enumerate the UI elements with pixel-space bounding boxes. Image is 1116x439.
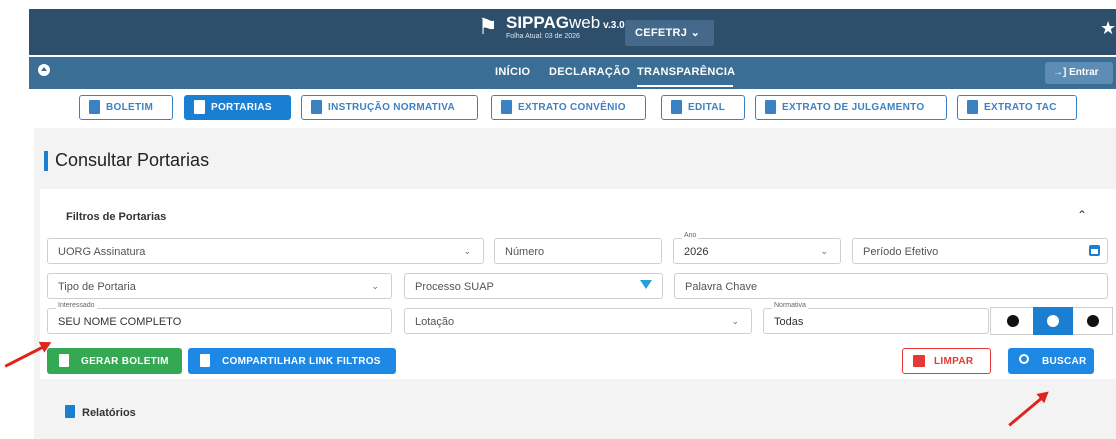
numero-input[interactable]: Número bbox=[494, 238, 662, 264]
ano-select[interactable]: Ano 2026 ⌄ bbox=[673, 232, 841, 264]
normativa-select[interactable]: Normativa Todas bbox=[763, 302, 989, 334]
tab-edital[interactable]: EDITAL bbox=[661, 95, 745, 120]
file-icon bbox=[765, 100, 776, 114]
login-button[interactable]: →] Entrar bbox=[1045, 62, 1113, 84]
tab-extrato-tac[interactable]: EXTRATO TAC bbox=[957, 95, 1077, 120]
filter-icon[interactable] bbox=[640, 280, 652, 289]
search-icon bbox=[1019, 354, 1029, 364]
tab-portarias[interactable]: PORTARIAS bbox=[184, 95, 291, 120]
clear-icon bbox=[913, 355, 925, 367]
nav-declaracao[interactable]: DECLARAÇÃO bbox=[549, 66, 630, 78]
chevron-down-icon: ⌄ bbox=[463, 246, 471, 256]
tab-extrato-convenio[interactable]: EXTRATO CONVÊNIO bbox=[491, 95, 646, 120]
toggle-exclude-icon[interactable] bbox=[993, 307, 1033, 335]
file-icon bbox=[200, 354, 210, 367]
processo-suap-input[interactable]: Processo SUAP bbox=[404, 273, 663, 299]
toggle-all-icon[interactable] bbox=[1033, 307, 1073, 335]
file-icon bbox=[59, 354, 69, 367]
calendar-icon[interactable] bbox=[1089, 245, 1100, 256]
page-title: Consultar Portarias bbox=[55, 150, 210, 170]
chevron-up-icon[interactable]: ⌃ bbox=[1077, 208, 1087, 222]
login-icon: →] bbox=[1053, 67, 1067, 78]
list-icon bbox=[501, 100, 512, 114]
tab-boletim[interactable]: BOLETIM bbox=[79, 95, 173, 120]
title-accent bbox=[44, 151, 48, 171]
tipo-portaria-select[interactable]: Tipo de Portaria ⌄ bbox=[47, 273, 392, 299]
chevron-down-icon: ⌄ bbox=[371, 281, 379, 291]
accessibility-icon[interactable]: ★ bbox=[1100, 18, 1116, 39]
compartilhar-link-button[interactable]: COMPARTILHAR LINK FILTROS bbox=[188, 348, 396, 374]
lotacao-select[interactable]: Lotação ⌄ bbox=[404, 308, 752, 334]
file-icon bbox=[194, 100, 205, 114]
institution-select[interactable]: CEFETRJ ⌄ bbox=[625, 20, 714, 46]
app-brand: SIPPAGweb v.3.0 bbox=[506, 13, 625, 32]
interessado-input[interactable]: Interessado SEU NOME COMPLETO bbox=[47, 302, 392, 334]
relatorios-section-title[interactable]: Relatórios bbox=[82, 407, 136, 419]
nav-active-indicator bbox=[637, 85, 733, 87]
nav-inicio[interactable]: INÍCIO bbox=[495, 66, 530, 78]
sign-icon bbox=[967, 100, 978, 114]
gerar-boletim-button[interactable]: GERAR BOLETIM bbox=[47, 348, 182, 374]
file-icon bbox=[65, 405, 75, 418]
tab-instrucao-normativa[interactable]: INSTRUÇÃO NORMATIVA bbox=[301, 95, 478, 120]
file-icon bbox=[671, 100, 682, 114]
toggle-include-icon[interactable] bbox=[1073, 307, 1113, 335]
uorg-select[interactable]: UORG Assinatura ⌄ bbox=[47, 238, 484, 264]
chevron-down-icon: ⌄ bbox=[690, 27, 701, 39]
current-payroll-label: Folha Atual: 03 de 2026 bbox=[506, 33, 580, 40]
palavra-chave-input[interactable]: Palavra Chave bbox=[674, 273, 1108, 299]
sippag-logo-icon: ⚑ bbox=[478, 15, 498, 40]
limpar-button[interactable]: LIMPAR bbox=[902, 348, 991, 374]
chevron-down-icon: ⌄ bbox=[731, 316, 739, 326]
nav-transparencia[interactable]: TRANSPARÊNCIA bbox=[637, 66, 735, 78]
buscar-button[interactable]: BUSCAR bbox=[1008, 348, 1094, 374]
book-icon bbox=[311, 100, 322, 114]
chevron-down-icon: ⌄ bbox=[820, 246, 828, 256]
filters-title[interactable]: Filtros de Portarias bbox=[66, 211, 166, 223]
periodo-efetivo-input[interactable]: Período Efetivo bbox=[852, 238, 1108, 264]
file-icon bbox=[89, 100, 100, 114]
collapse-icon[interactable] bbox=[38, 64, 50, 76]
tab-extrato-julgamento[interactable]: EXTRATO DE JULGAMENTO bbox=[755, 95, 947, 120]
